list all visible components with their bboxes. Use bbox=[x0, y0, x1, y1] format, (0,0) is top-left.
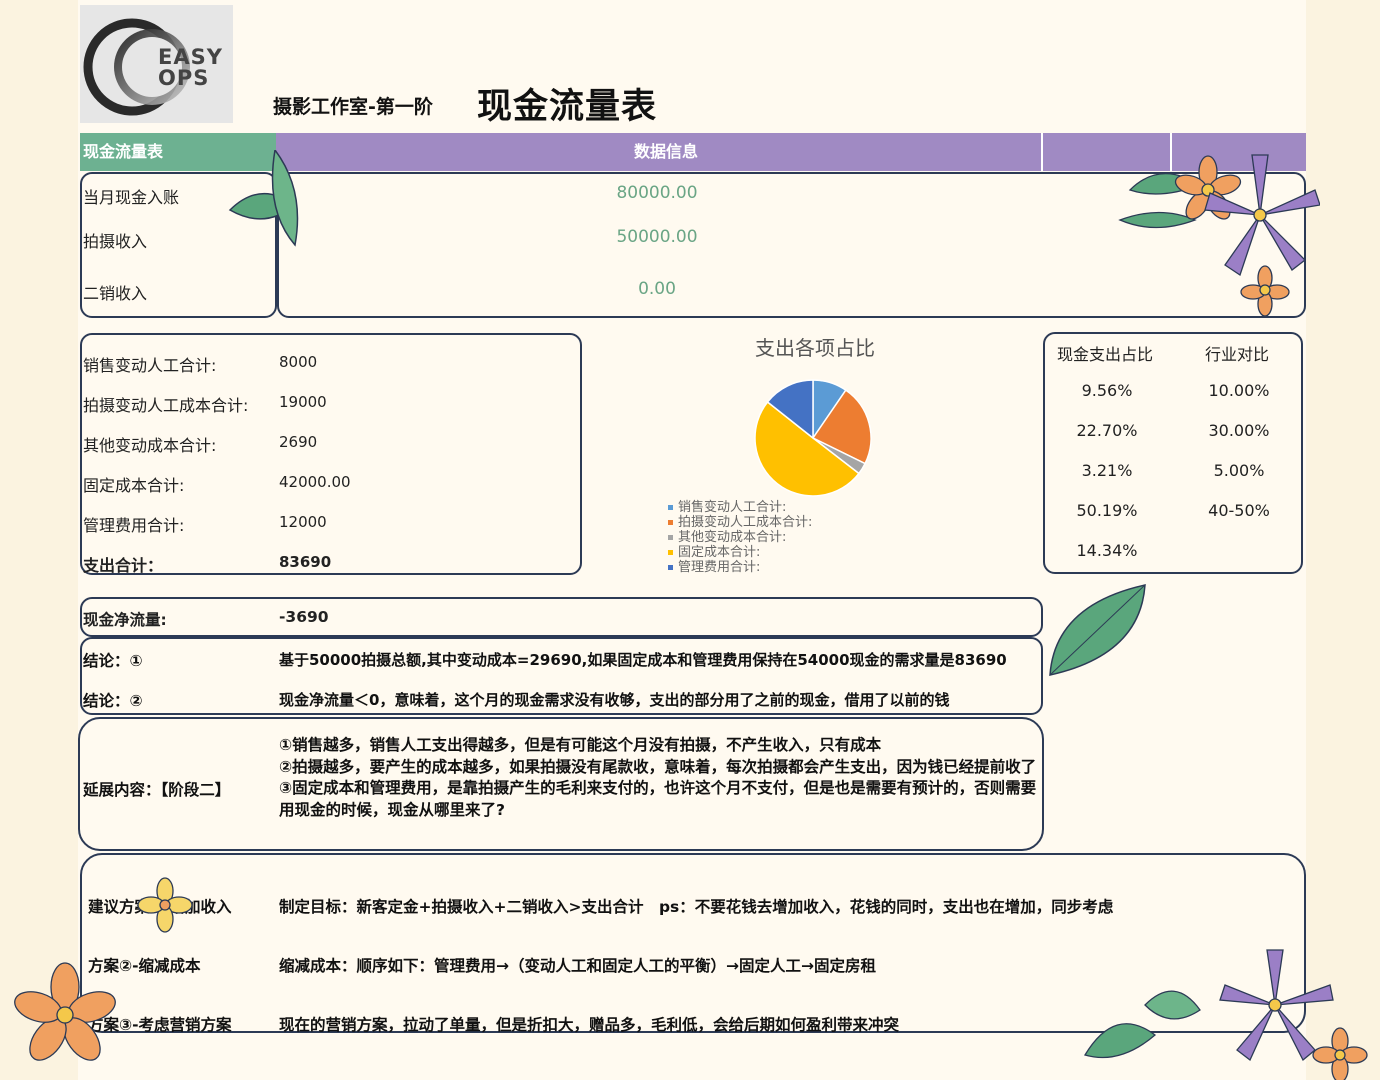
legend-label: 销售变动人工合计: bbox=[678, 500, 787, 515]
ratio-header-cash: 现金支出占比 bbox=[1057, 345, 1154, 364]
conclusion-label: 结论：② bbox=[83, 692, 143, 710]
extension-label: 延展内容：【阶段二】 bbox=[83, 781, 231, 799]
chart-title: 支出各项占比 bbox=[755, 336, 875, 360]
header-divider bbox=[1041, 133, 1043, 171]
legend-swatch bbox=[668, 550, 673, 555]
legend-swatch bbox=[668, 520, 673, 525]
pie-chart bbox=[754, 379, 872, 497]
cost-value: 8000 bbox=[279, 353, 318, 371]
conclusion-label: 结论：① bbox=[83, 652, 143, 670]
income-label: 当月现金入账 bbox=[83, 188, 180, 207]
legend-item: 固定成本合计: bbox=[668, 545, 812, 560]
cost-value: 2690 bbox=[279, 433, 318, 451]
cost-label: 拍摄变动人工成本合计: bbox=[83, 396, 249, 415]
flower-decoration bbox=[14, 877, 193, 1061]
page-title: 现金流量表 bbox=[477, 87, 658, 127]
plan-text: 缩减成本：顺序如下：管理费用→（变动人工和固定人工的平衡）→固定人工→固定房租 bbox=[279, 957, 876, 975]
income-label: 二销收入 bbox=[83, 284, 148, 303]
ratio-box bbox=[1043, 332, 1303, 574]
ratio-cash-value: 14.34% bbox=[1076, 541, 1138, 560]
logo-line-1: EASY bbox=[158, 45, 223, 69]
ratio-industry-value: 5.00% bbox=[1213, 461, 1265, 480]
income-value: 50000.00 bbox=[616, 227, 698, 247]
flower-decoration bbox=[1118, 154, 1320, 317]
ratio-industry-value: 30.00% bbox=[1208, 421, 1270, 440]
legend-item: 销售变动人工合计: bbox=[668, 500, 812, 515]
income-value: 0.00 bbox=[638, 279, 676, 299]
legend-swatch bbox=[668, 535, 673, 540]
flower-decoration bbox=[1084, 949, 1368, 1080]
conclusion-text: 现金净流量＜0，意味着，这个月的现金需求没有收够，支出的部分用了之前的现金，借用… bbox=[279, 691, 950, 709]
legend-swatch bbox=[668, 505, 673, 510]
ratio-industry-value: 40-50% bbox=[1208, 501, 1270, 520]
ratio-cash-value: 22.70% bbox=[1076, 421, 1138, 440]
logo-text: EASY OPS bbox=[158, 47, 223, 89]
cost-total-label: 支出合计： bbox=[83, 556, 164, 575]
ratio-cash-value: 50.19% bbox=[1076, 501, 1138, 520]
leaf-decoration bbox=[228, 150, 299, 247]
cost-label: 管理费用合计: bbox=[83, 516, 185, 535]
ratio-header-industry: 行业对比 bbox=[1205, 345, 1270, 364]
legend-item: 其他变动成本合计: bbox=[668, 530, 812, 545]
income-value: 80000.00 bbox=[616, 183, 698, 203]
legend-item: 拍摄变动人工成本合计: bbox=[668, 515, 812, 530]
ratio-cash-value: 9.56% bbox=[1081, 381, 1133, 400]
legend-label: 管理费用合计: bbox=[678, 560, 761, 575]
legend-item: 管理费用合计: bbox=[668, 560, 812, 575]
page-subtitle: 摄影工作室-第一阶 bbox=[273, 96, 433, 118]
plan-text: 制定目标：新客定金+拍摄收入+二销收入>支出合计 ps：不要花钱去增加收入，花钱… bbox=[279, 898, 1114, 916]
logo-line-2: OPS bbox=[158, 66, 210, 90]
cost-total-value: 83690 bbox=[279, 553, 332, 571]
plan-text: 现在的营销方案，拉动了单量，但是折扣大，赠品多，毛利低，会给后期如何盈利带来冲突 bbox=[279, 1016, 900, 1034]
ratio-industry-value: 10.00% bbox=[1208, 381, 1270, 400]
cost-value: 42000.00 bbox=[279, 473, 351, 491]
legend-swatch bbox=[668, 565, 673, 570]
leaf-decoration bbox=[1049, 584, 1146, 676]
cost-value: 19000 bbox=[279, 393, 327, 411]
legend-label: 固定成本合计: bbox=[678, 545, 761, 560]
conclusion-text: 基于50000拍摄总额,其中变动成本=29690,如果固定成本和管理费用保持在5… bbox=[279, 651, 1007, 669]
extension-text: ①销售越多，销售人工支出得越多，但是有可能这个月没有拍摄，不产生收入，只有成本 … bbox=[279, 736, 1037, 819]
ratio-cash-value: 3.21% bbox=[1081, 461, 1133, 480]
net-flow-value: -3690 bbox=[279, 608, 329, 626]
chart-legend: 销售变动人工合计: 拍摄变动人工成本合计: 其他变动成本合计: 固定成本合计: 管理费用… bbox=[668, 500, 812, 575]
net-flow-label: 现金净流量: bbox=[83, 611, 167, 629]
income-label: 拍摄收入 bbox=[83, 232, 148, 251]
cost-value: 12000 bbox=[279, 513, 327, 531]
easyops-logo: EASY OPS bbox=[80, 5, 233, 123]
cost-label: 固定成本合计: bbox=[83, 476, 185, 495]
cost-label: 销售变动人工合计: bbox=[83, 356, 217, 375]
net-flow-box bbox=[80, 597, 1043, 637]
cost-label: 其他变动成本合计: bbox=[83, 436, 217, 455]
legend-label: 拍摄变动人工成本合计: bbox=[678, 515, 813, 530]
legend-label: 其他变动成本合计: bbox=[678, 530, 787, 545]
